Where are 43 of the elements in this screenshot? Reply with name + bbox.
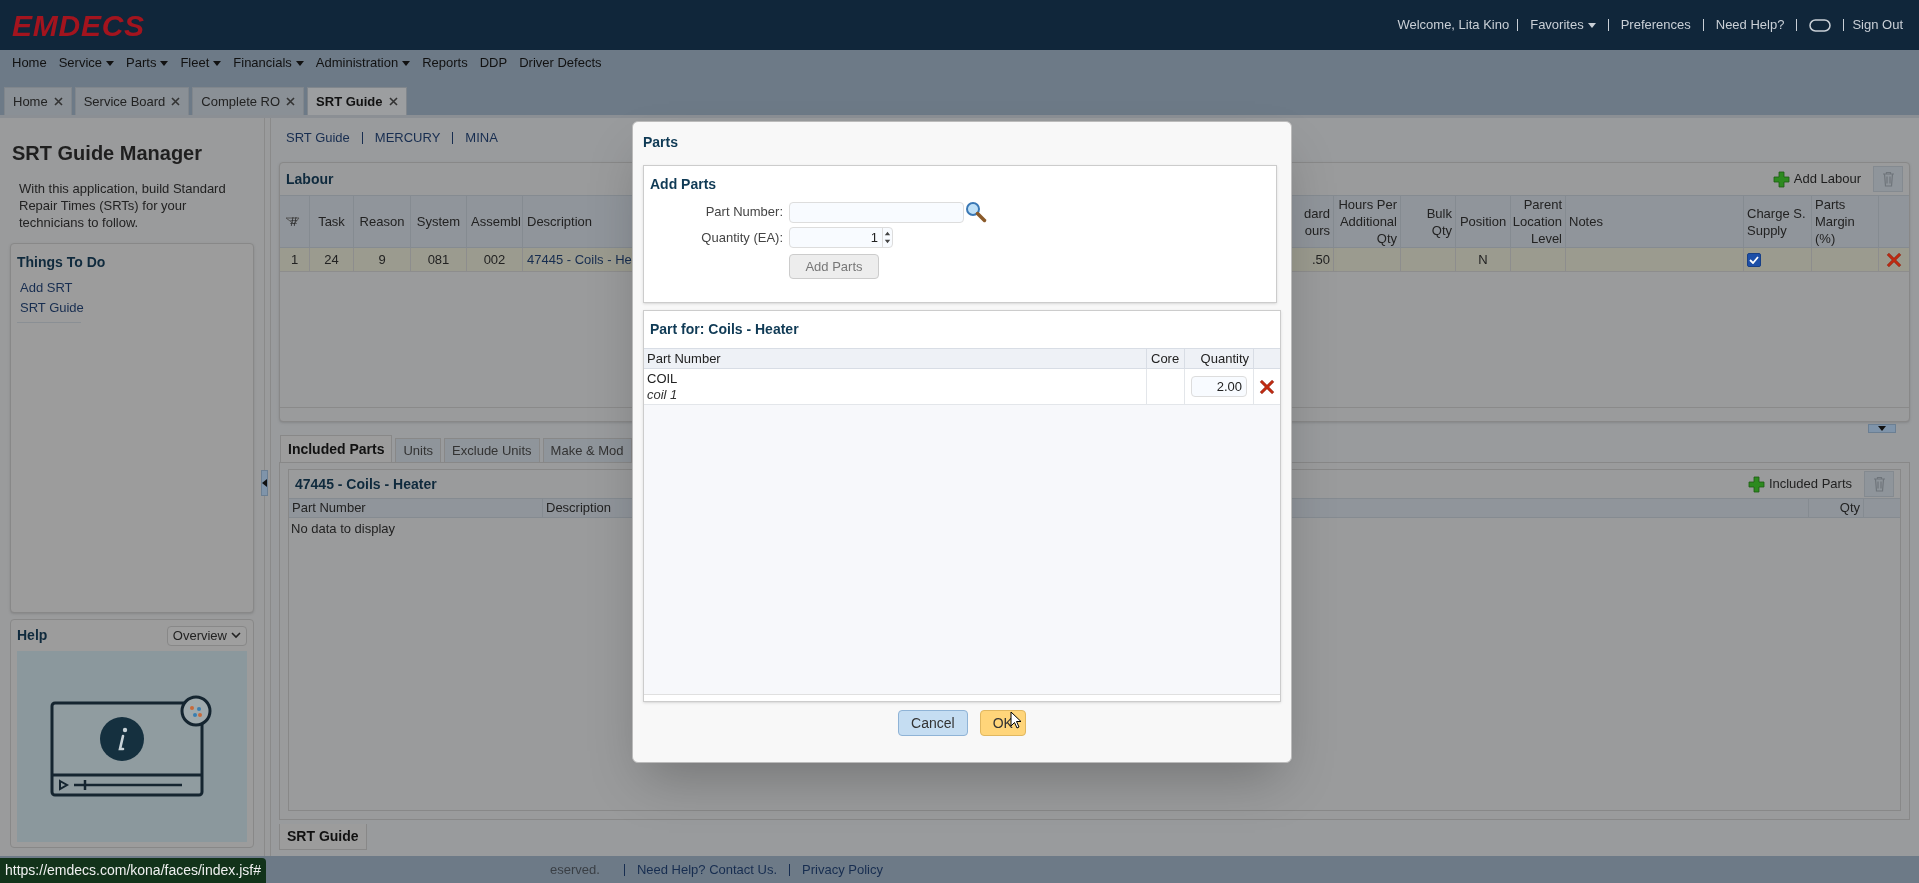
column-header: Qty	[1808, 499, 1864, 517]
panel-title: 47445 - Coils - Heater	[295, 474, 437, 494]
column-header: Part Number	[289, 499, 543, 517]
table-cell: N	[1456, 248, 1511, 271]
section-title: Part for: Coils - Heater	[649, 320, 800, 339]
table-cell: 081	[411, 248, 467, 271]
panel-title: Help	[17, 626, 48, 645]
column-header: Hours Per Additional Qty	[1334, 196, 1401, 247]
column-header: Core	[1147, 349, 1185, 368]
table-cell: .50	[1308, 248, 1334, 271]
column-header: Notes	[1566, 196, 1744, 247]
table-cell: 002	[467, 248, 523, 271]
copyright-text: eserved.	[550, 860, 600, 879]
column-header: Charge S. Supply	[1744, 196, 1812, 247]
part-number-text: COIL	[647, 370, 679, 387]
logo: EMDECS	[12, 7, 145, 44]
panel-title: Labour	[286, 169, 334, 189]
page-title: SRT Guide Manager	[11, 141, 204, 166]
column-header: Task	[310, 196, 354, 247]
welcome-text: Welcome, Lita Kino	[1397, 16, 1510, 35]
column-header: #	[280, 196, 310, 247]
column-header: Parts Margin (%)	[1812, 196, 1879, 247]
column-header: Assembl	[467, 196, 523, 247]
table-cell: 9	[354, 248, 411, 271]
column-header: Bulk Qty	[1401, 196, 1456, 247]
section-title: Add Parts	[650, 175, 718, 194]
field-label: Quantity (EA):	[700, 228, 783, 247]
empty-message: No data to display	[290, 520, 397, 538]
panel-title: Things To Do	[17, 253, 107, 272]
part-description-text: coil 1	[647, 386, 679, 403]
column-header: Part Number	[644, 349, 1147, 368]
table-cell: 24	[310, 248, 354, 271]
status-url-tooltip: https://emdecs.com/kona/faces/index.jsf#	[0, 858, 266, 883]
field-label: Part Number:	[704, 203, 783, 222]
dialog-title: Parts	[643, 133, 680, 152]
column-header: Description	[545, 499, 613, 517]
column-header: System	[411, 196, 467, 247]
column-header: Parent Location Level	[1511, 196, 1566, 247]
column-header: Quantity	[1185, 349, 1254, 368]
column-header: Reason	[354, 196, 411, 247]
column-header: Position	[1456, 196, 1511, 247]
intro-text: With this application, build Standard Repair Times (SRTs) for your technicians to follow.	[18, 180, 227, 231]
table-cell: 1	[280, 248, 310, 271]
